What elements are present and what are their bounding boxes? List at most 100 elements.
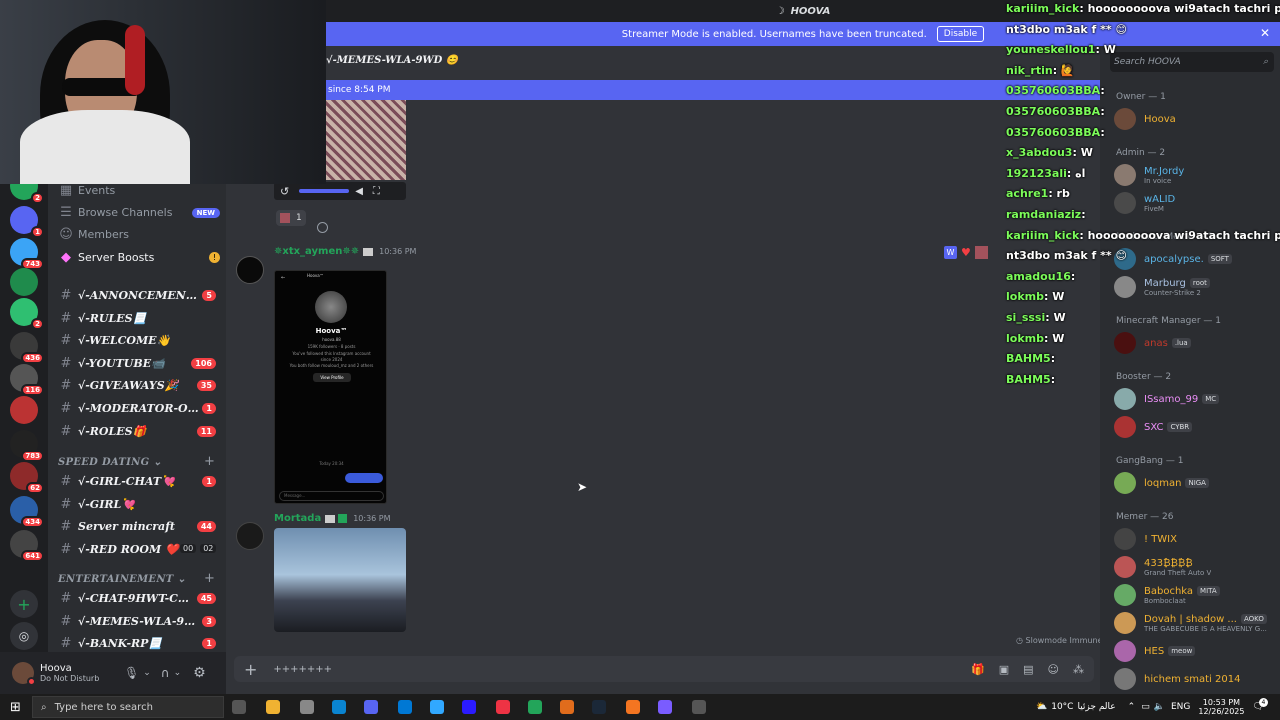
member-item[interactable]: ISsamo_99 MC [1114, 386, 1276, 412]
member-item[interactable]: loqman NIGA [1114, 470, 1276, 496]
server-icon[interactable]: 743 [10, 238, 44, 270]
server-icon[interactable]: 1 [10, 206, 44, 238]
attached-image[interactable] [326, 100, 406, 180]
add-attachment-icon[interactable]: + [244, 660, 257, 679]
add-channel-icon[interactable]: + [204, 454, 215, 469]
clock[interactable]: 10:53 PM 12/26/2025 [1198, 698, 1244, 716]
server-icon[interactable] [10, 268, 38, 296]
apps-icon[interactable]: ⁂ [1073, 663, 1084, 676]
w-emoji-icon[interactable]: W [944, 246, 957, 259]
steam-icon[interactable] [626, 700, 640, 714]
sidebar-item-members[interactable]: ☺ Members [54, 224, 220, 245]
discord-icon[interactable] [398, 700, 412, 714]
reaction[interactable]: 1 [276, 210, 306, 226]
server-icon[interactable]: 436 [10, 332, 44, 364]
network-icon[interactable]: ▭ [1141, 702, 1150, 712]
search-input[interactable]: Search HOOVA ⌕ [1110, 52, 1274, 72]
avatar[interactable] [236, 256, 264, 284]
member-item[interactable]: hichem smati 2014 [1114, 666, 1276, 692]
chevron-down-icon[interactable]: ⌄ [174, 668, 182, 678]
replay-icon[interactable]: ↺ [280, 185, 289, 198]
channel-item[interactable]: # √-GIRL-CHAT💘 1 [54, 471, 220, 492]
discord-icon[interactable] [692, 700, 706, 714]
obs-icon[interactable] [560, 700, 574, 714]
gear-icon[interactable]: ⚙ [193, 665, 206, 681]
file-icon[interactable] [332, 700, 346, 714]
chevron-up-icon[interactable]: ⌃ [1128, 702, 1136, 712]
volume-icon[interactable]: 🔈 [1154, 702, 1165, 712]
member-item[interactable]: wALID FiveM [1114, 190, 1276, 216]
gif-icon[interactable]: ▣ [999, 663, 1009, 676]
channel-item[interactable]: # √-RULES📃 [54, 308, 220, 329]
category-speed-dating[interactable]: SPEED DATING ⌄ [58, 457, 162, 468]
discover-icon[interactable]: ◎ [10, 622, 38, 650]
weather-icon[interactable]: ⛅ [1036, 702, 1047, 712]
sidebar-item-browse-channels[interactable]: ☰ Browse Channels NEW [54, 202, 220, 223]
emoji-picker-icon[interactable]: ☺ [1048, 663, 1059, 676]
member-item[interactable]: Babochka MITA Bomboclaat [1114, 582, 1276, 608]
emoji-icon[interactable] [974, 246, 988, 259]
app-icon[interactable] [658, 700, 672, 714]
taskbar-search[interactable]: ⌕ Type here to search [32, 696, 224, 718]
member-item[interactable]: HES meow [1114, 638, 1276, 664]
add-server-icon[interactable]: + [10, 590, 38, 618]
server-icon[interactable]: 434 [10, 496, 44, 528]
attached-image[interactable] [274, 528, 406, 632]
windows-start-icon[interactable]: ⊞ [10, 700, 21, 715]
premiere-icon[interactable] [462, 700, 476, 714]
member-item[interactable]: Dovah | shadow ... AOKO THE GABECUBE IS A … [1114, 610, 1276, 636]
chrome-icon[interactable] [528, 700, 542, 714]
channel-item[interactable]: # √-ROLES🎁 11 [54, 421, 220, 442]
member-item[interactable]: SXC CYBR [1114, 414, 1276, 440]
member-item[interactable]: ! TWIX [1114, 526, 1276, 552]
new-messages-bar[interactable]: since 8:54 PM [326, 80, 1100, 100]
avatar[interactable] [12, 662, 36, 686]
headphones-icon[interactable]: ∩ [161, 666, 170, 680]
sticker-icon[interactable]: ▤ [1023, 663, 1033, 676]
category-entertainement[interactable]: ENTERTAINEMENT ⌄ [58, 574, 186, 585]
member-item[interactable]: 433₿₿₿₿ Grand Theft Auto V [1114, 554, 1276, 580]
server-icon[interactable]: 116 [10, 364, 44, 396]
channel-item[interactable]: # √-MODERATOR-ON... 1 [54, 398, 220, 419]
server-icon[interactable]: 783 [10, 430, 44, 462]
edge-icon[interactable] [364, 700, 378, 714]
member-item[interactable]: Hoova [1114, 106, 1276, 132]
phone-screenshot[interactable]: ← Hoova™ Hoova™ hoova.88 159K followers … [274, 270, 387, 504]
gift-icon[interactable]: 🎁 [971, 663, 985, 676]
task-view-icon[interactable] [232, 700, 246, 714]
disable-button[interactable]: Disable [936, 26, 985, 42]
sidebar-item-server-boosts[interactable]: ◆ Server Boosts ! [54, 247, 220, 268]
server-icon[interactable]: 2 [10, 298, 44, 330]
channel-item[interactable]: # √-MEMES-WLA-9W... 3 [54, 611, 220, 632]
avatar[interactable] [236, 522, 264, 550]
server-icon[interactable]: 641 [10, 530, 44, 562]
store-icon[interactable] [266, 700, 280, 714]
channel-item[interactable]: #√-ANNONCEMENTS-...5 [54, 285, 220, 306]
add-reaction-icon[interactable] [317, 222, 328, 233]
heart-icon[interactable]: ♥ [961, 246, 971, 259]
file-explorer-icon[interactable] [300, 700, 314, 714]
channel-item[interactable]: # √-GIVEAWAYS🎉 35 [54, 375, 220, 396]
photoshop-icon[interactable] [496, 700, 510, 714]
fullscreen-icon[interactable]: ⛶ [373, 186, 380, 197]
channel-item[interactable]: # √-WELCOME👋 [54, 330, 220, 351]
message-author[interactable]: Mortada [274, 513, 321, 524]
speaker-icon[interactable]: ◀ [355, 186, 363, 197]
server-icon[interactable]: 62 [10, 462, 44, 494]
channel-item[interactable]: # √-CHAT-9HWT-CH... 45 [54, 588, 220, 609]
message-author[interactable]: ✵xtx_aymen✵✵ [274, 246, 359, 257]
add-channel-icon[interactable]: + [204, 571, 215, 586]
app-icon[interactable] [592, 700, 606, 714]
channel-item[interactable]: # √-YOUTUBE📹 106 [54, 353, 220, 374]
server-icon[interactable] [10, 396, 38, 424]
member-item[interactable]: Mr.Jordy In voice [1114, 162, 1276, 188]
chevron-down-icon[interactable]: ⌄ [143, 668, 151, 678]
notification-icon[interactable]: 🗨 4 [1252, 698, 1268, 712]
member-item[interactable]: Marburg root Counter-Strike 2 [1114, 274, 1276, 300]
channel-item[interactable]: # Server mincraft 44 [54, 516, 220, 537]
member-item[interactable]: anas .lua [1114, 330, 1276, 356]
microphone-icon[interactable]: 🎙 [124, 666, 139, 680]
message-input[interactable]: +++++++ [273, 664, 332, 675]
channel-item[interactable]: # √-GIRL💘 [54, 494, 220, 515]
close-icon[interactable]: ✕ [1260, 26, 1270, 40]
